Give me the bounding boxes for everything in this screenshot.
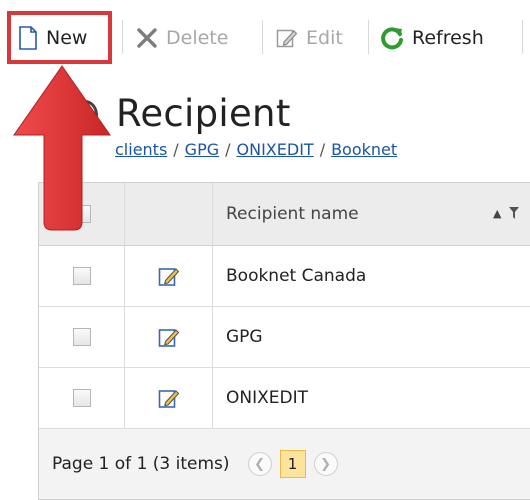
breadcrumb-link-booknet[interactable]: Booknet bbox=[331, 140, 397, 159]
column-header-label: Recipient name bbox=[226, 204, 359, 224]
breadcrumb-link-gpg[interactable]: GPG bbox=[185, 140, 219, 159]
row-checkbox[interactable] bbox=[72, 389, 91, 407]
table-row[interactable]: GPG bbox=[39, 307, 530, 368]
toolbar-divider bbox=[522, 20, 523, 54]
column-header-recipient-name[interactable]: Recipient name bbox=[213, 183, 530, 245]
recipient-name-cell: ONIXEDIT bbox=[226, 388, 308, 408]
table-row[interactable]: ONIXEDIT bbox=[39, 368, 530, 429]
edit-row-icon[interactable] bbox=[158, 326, 180, 348]
edit-row-icon[interactable] bbox=[158, 265, 180, 287]
page-title: Recipient bbox=[116, 92, 291, 135]
toolbar-divider bbox=[122, 20, 123, 54]
toolbar-divider bbox=[262, 20, 263, 54]
refresh-button[interactable]: Refresh bbox=[380, 18, 484, 58]
toolbar-divider bbox=[368, 20, 369, 54]
sort-ascending-icon[interactable]: ▲ bbox=[493, 207, 501, 222]
new-button-highlight bbox=[7, 11, 112, 64]
edit-button[interactable]: Edit bbox=[276, 18, 343, 58]
row-checkbox[interactable] bbox=[72, 267, 91, 285]
breadcrumb-link-onixedit[interactable]: ONIXEDIT bbox=[237, 140, 314, 159]
edit-icon bbox=[276, 29, 298, 48]
recipient-icon bbox=[72, 100, 98, 130]
delete-x-icon bbox=[137, 28, 157, 48]
delete-button[interactable]: Delete bbox=[136, 18, 228, 58]
select-all-checkbox[interactable] bbox=[72, 205, 91, 223]
filter-icon[interactable] bbox=[509, 207, 520, 222]
pager-summary: Page 1 of 1 (3 items) bbox=[52, 454, 230, 474]
grid-header: Recipient name ▲ bbox=[39, 183, 530, 246]
recipient-name-cell: Booknet Canada bbox=[226, 266, 367, 286]
edit-row-icon[interactable] bbox=[158, 387, 180, 409]
recipient-name-cell: GPG bbox=[226, 327, 263, 347]
chevron-left-icon[interactable]: ❮ bbox=[247, 452, 272, 476]
row-checkbox[interactable] bbox=[72, 328, 91, 346]
breadcrumb-link-clients[interactable]: clients bbox=[115, 140, 167, 159]
breadcrumb: clients / GPG / ONIXEDIT / Booknet bbox=[115, 140, 398, 159]
pager: Page 1 of 1 (3 items) ❮ 1 ❯ bbox=[39, 429, 530, 499]
edit-button-label: Edit bbox=[306, 27, 343, 49]
recipient-grid: Recipient name ▲ Booknet Canada GPG ONIX… bbox=[38, 182, 530, 500]
page-number-current[interactable]: 1 bbox=[279, 450, 306, 478]
toolbar: New Delete Edit Refresh bbox=[0, 0, 530, 74]
chevron-right-icon[interactable]: ❯ bbox=[313, 452, 338, 476]
refresh-icon bbox=[381, 27, 403, 50]
table-row[interactable]: Booknet Canada bbox=[39, 246, 530, 307]
delete-button-label: Delete bbox=[166, 27, 229, 49]
refresh-button-label: Refresh bbox=[412, 27, 484, 49]
